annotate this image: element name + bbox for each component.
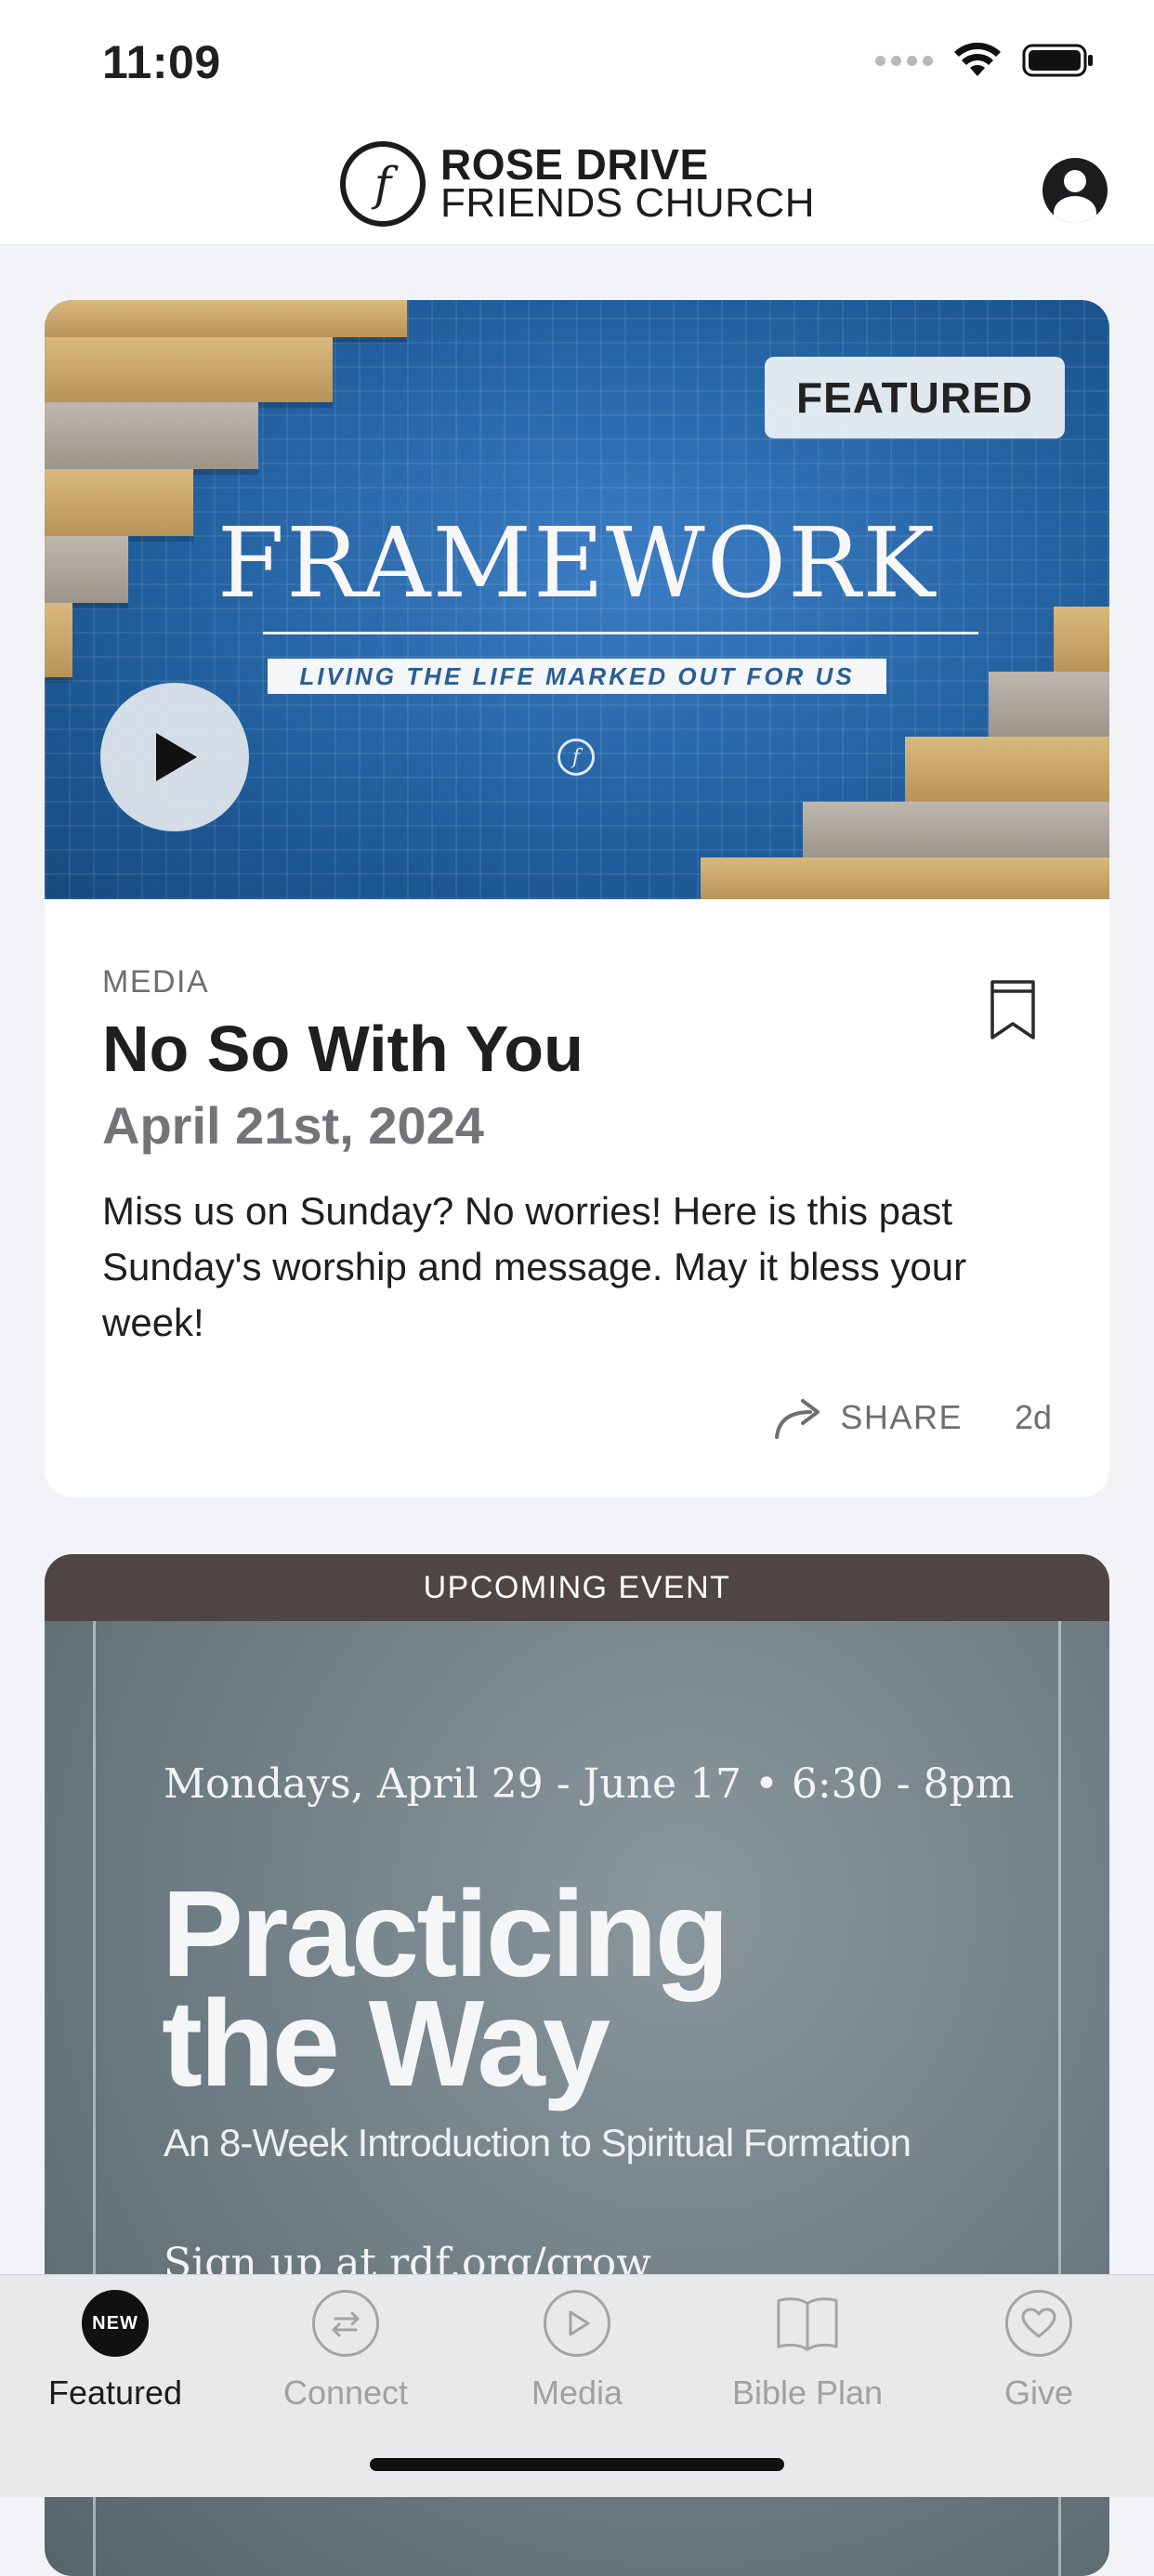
battery-icon	[1022, 44, 1093, 77]
logo-line-2: FRIENDS CHURCH	[440, 180, 815, 226]
tab-label: Connect	[282, 2373, 409, 2412]
tab-label: Featured	[47, 2373, 183, 2412]
share-button[interactable]: SHARE	[773, 1394, 963, 1441]
play-icon	[156, 733, 197, 781]
featured-badge: FEATURED	[764, 357, 1065, 438]
logo-text: ROSE DRIVE FRIENDS CHURCH	[440, 140, 815, 226]
app-header: f ROSE DRIVE FRIENDS CHURCH	[0, 130, 1154, 245]
tab-media[interactable]: Media	[462, 2290, 692, 2413]
tab-label: Give	[1003, 2373, 1074, 2412]
card-title: No So With You	[102, 1013, 584, 1085]
share-icon	[775, 1399, 820, 1439]
card-description: Miss us on Sunday? No worries! Here is t…	[102, 1189, 967, 1344]
event-header: UPCOMING EVENT	[45, 1554, 1109, 1621]
heart-icon	[1005, 2290, 1072, 2357]
card-actions: SHARE 2d	[773, 1394, 1052, 1441]
wifi-icon	[954, 43, 1001, 76]
hero-divider	[263, 632, 978, 634]
hero-title: FRAMEWORK	[216, 506, 938, 620]
share-label: SHARE	[840, 1398, 963, 1436]
bookmark-icon[interactable]	[989, 979, 1037, 1040]
featured-media-card[interactable]: FEATURED FRAMEWORK LIVING THE LIFE MARKE…	[45, 300, 1109, 1497]
event-title: Practicing the Way	[162, 1865, 998, 2112]
profile-icon[interactable]	[1043, 158, 1108, 223]
tab-featured[interactable]: NEW Featured	[0, 2290, 230, 2413]
event-subtitle: An 8-Week Introduction to Spiritual Form…	[164, 2121, 911, 2164]
tab-connect[interactable]: Connect	[230, 2290, 461, 2413]
status-time: 11:09	[102, 36, 221, 88]
status-bar: 11:09	[0, 0, 1154, 130]
hero-subtitle: LIVING THE LIFE MARKED OUT FOR US	[268, 659, 886, 694]
logo-line-1: ROSE DRIVE	[440, 140, 709, 189]
logo-mark-icon: f	[340, 141, 426, 227]
tab-bible-plan[interactable]: Bible Plan	[692, 2290, 923, 2413]
home-indicator	[370, 2458, 784, 2471]
card-category: MEDIA	[102, 964, 210, 1000]
new-badge-icon: NEW	[82, 2290, 149, 2357]
church-logo[interactable]: f ROSE DRIVE FRIENDS CHURCH	[340, 141, 815, 227]
play-circle-icon	[544, 2290, 610, 2357]
cellular-signal-icon	[875, 55, 933, 66]
book-icon	[774, 2290, 841, 2357]
post-age: 2d	[1014, 1398, 1052, 1436]
event-schedule: Mondays, April 29 - June 17 • 6:30 - 8pm	[164, 1760, 1015, 1808]
featured-hero-image[interactable]: FEATURED FRAMEWORK LIVING THE LIFE MARKE…	[45, 300, 1109, 899]
card-date: April 21st, 2024	[102, 1096, 484, 1155]
featured-card-body: MEDIA No So With You April 21st, 2024 Mi…	[45, 899, 1109, 1351]
tab-label: Media	[531, 2373, 623, 2412]
tab-label: Bible Plan	[731, 2373, 884, 2412]
play-button[interactable]	[100, 683, 249, 831]
event-title-line-1: Practicing	[162, 1865, 729, 2002]
hero-logo-icon: f	[557, 739, 595, 776]
tab-give[interactable]: Give	[924, 2290, 1154, 2413]
event-title-line-2: the Way	[162, 1975, 610, 2112]
connect-arrows-icon	[312, 2290, 379, 2357]
status-icons	[875, 43, 1095, 78]
